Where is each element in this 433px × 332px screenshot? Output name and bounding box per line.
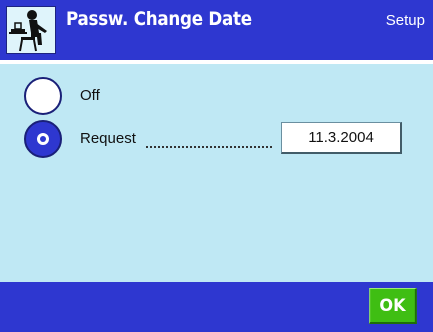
dotted-leader: [146, 132, 272, 148]
page-title: Passw. Change Date: [66, 8, 252, 30]
option-off-label: Off: [80, 87, 100, 104]
mode-label: Setup: [385, 12, 425, 29]
radio-request[interactable]: [24, 120, 62, 158]
radio-selected-dot: [37, 133, 49, 145]
header-divider: [0, 60, 433, 64]
terminal-screen: Passw. Change Date Setup Off Request 11.…: [0, 0, 433, 332]
radio-off[interactable]: [24, 77, 62, 115]
footer-bar: [0, 282, 433, 332]
header-bar: Passw. Change Date Setup: [0, 0, 433, 60]
ok-button[interactable]: OK: [369, 288, 417, 324]
request-date-button[interactable]: 11.3.2004: [281, 122, 402, 154]
option-request-label: Request: [80, 130, 136, 147]
operator-at-balance-icon: [6, 6, 56, 54]
